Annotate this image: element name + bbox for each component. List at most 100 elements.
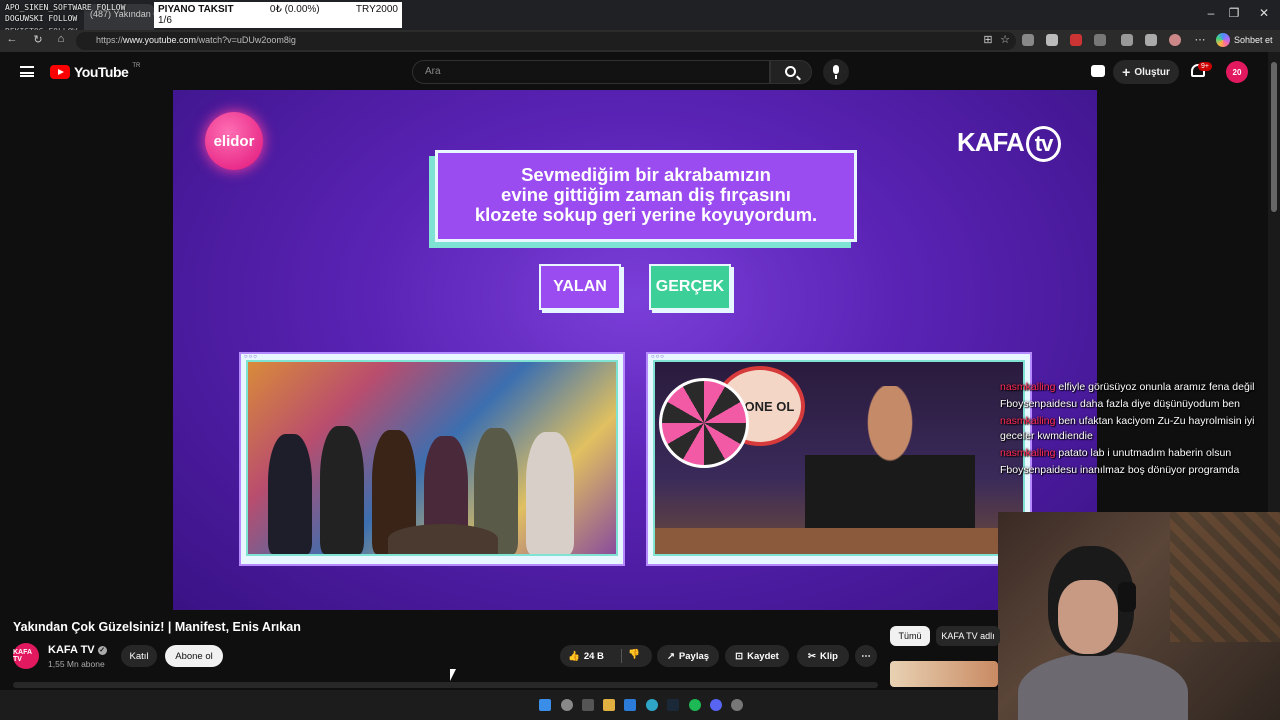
- thumbs-up-icon: 👍: [568, 650, 580, 662]
- search-button[interactable]: [770, 60, 812, 84]
- copilot-chat-label: Sohbet et: [1234, 35, 1273, 45]
- coffee-table: [388, 524, 498, 554]
- more-menu-icon[interactable]: ⋯: [1192, 33, 1208, 46]
- favorites-icon[interactable]: [1145, 34, 1157, 46]
- guest-panel: ○○○: [239, 352, 625, 566]
- mouse-cursor: [450, 669, 456, 681]
- youtube-logo[interactable]: YouTube TR: [50, 63, 141, 80]
- clip-button[interactable]: ✂ Klip: [797, 645, 849, 667]
- bookmark-icon: ⊡: [735, 650, 744, 662]
- edge-icon[interactable]: [646, 699, 658, 711]
- save-button[interactable]: ⊡ Kaydet: [725, 645, 789, 667]
- voice-search-button[interactable]: [823, 59, 849, 85]
- extension-icon[interactable]: [1121, 34, 1133, 46]
- steam-icon[interactable]: [667, 699, 679, 711]
- sponsor-logo: elidor: [205, 112, 263, 170]
- create-button[interactable]: + Oluştur: [1113, 60, 1179, 84]
- youtube-wordmark: YouTube: [74, 64, 129, 80]
- guests-scene: [246, 360, 618, 556]
- streamer-body: [1018, 652, 1188, 720]
- video-player[interactable]: elidor KAFA tv Sevmediğim bir akrabamızın…: [173, 90, 1097, 610]
- answer-true-card: GERÇEK: [649, 264, 731, 310]
- scrollbar-thumb[interactable]: [1271, 62, 1277, 212]
- back-icon[interactable]: ←: [4, 33, 20, 45]
- stream-chat: nasmkalling elfiyle görüsüyoz onunla ara…: [1000, 380, 1275, 480]
- subscribe-button[interactable]: Abone ol: [165, 645, 223, 667]
- maximize-icon[interactable]: ❐: [1219, 6, 1249, 20]
- reload-icon[interactable]: ↻: [30, 33, 46, 46]
- country-code: TR: [132, 63, 141, 69]
- url-field[interactable]: https://www.youtube.com/watch?v=uDUw2oom…: [76, 32, 1016, 50]
- question-line: Sevmediğim bir akrabamızın: [521, 164, 771, 185]
- chat-message: nasmkalling ben ufaktan kaciyom Zu-Zu ha…: [1000, 415, 1255, 442]
- profile-icon[interactable]: [1169, 34, 1181, 46]
- subscriber-count: 1,55 Mn abone: [48, 659, 105, 669]
- avatar[interactable]: 20: [1226, 61, 1248, 83]
- file-explorer-icon[interactable]: [603, 699, 615, 711]
- ticker-symbol: PIYANO TAKSIT: [158, 4, 234, 15]
- kafatv-logo: KAFA tv: [957, 126, 1062, 162]
- share-icon: ↗: [666, 650, 675, 662]
- guest-figure: [320, 426, 364, 554]
- favorite-star-icon[interactable]: ☆: [997, 33, 1013, 46]
- extension-icon[interactable]: [1070, 34, 1082, 46]
- search-icon[interactable]: [561, 699, 573, 711]
- streamer-webcam: [998, 512, 1280, 720]
- task-view-icon[interactable]: [582, 699, 594, 711]
- description-box[interactable]: [13, 682, 878, 688]
- chat-message: nasmkalling elfiyle görüsüyoz onunla ara…: [1000, 381, 1255, 393]
- clip-label: Klip: [820, 650, 838, 662]
- overlay-follow-line-2: DOGUWSKI FOLLOW: [5, 14, 78, 23]
- extension-icon[interactable]: [1046, 34, 1058, 46]
- overlay-follow-line-1: APO_SIKEN_SOFTWARE FOLLOW: [5, 3, 126, 12]
- chip-all[interactable]: Tümü: [890, 626, 930, 646]
- scissors-icon: ✂: [808, 650, 816, 662]
- headset: [1118, 582, 1136, 612]
- spotify-icon[interactable]: [689, 699, 701, 711]
- recommended-thumbnail[interactable]: [890, 661, 998, 687]
- prize-wheel: [659, 378, 749, 468]
- question-line: evine gittiğim zaman diş fırçasını: [501, 184, 791, 205]
- question-line: klozete sokup geri yerine koyuyordum.: [474, 204, 818, 225]
- channel-avatar[interactable]: KAFA TV: [13, 643, 39, 669]
- join-button[interactable]: Katıl: [121, 645, 157, 667]
- extension-icon[interactable]: [1022, 34, 1034, 46]
- more-actions-button[interactable]: ⋯: [855, 645, 877, 667]
- home-icon[interactable]: ⌂: [53, 33, 69, 45]
- thumbs-down-icon[interactable]: 👎: [628, 649, 640, 660]
- video-title: Yakından Çok Güzelsiniz! | Manifest, Eni…: [13, 620, 301, 634]
- like-count: 24 B: [583, 650, 604, 662]
- notification-badge: 9+: [1198, 62, 1212, 71]
- discord-icon[interactable]: [710, 699, 722, 711]
- menu-icon[interactable]: [20, 66, 34, 77]
- extension-icon[interactable]: [1094, 34, 1106, 46]
- split-screen-icon[interactable]: ⊞: [980, 33, 996, 46]
- ticker-page: 1/6: [158, 15, 172, 26]
- search-icon: [785, 66, 796, 77]
- youtube-play-icon: [50, 65, 70, 79]
- search-input[interactable]: Ara: [412, 60, 770, 84]
- stock-ticker: PIYANO TAKSIT 0₺ (0.00%) TRY2000 1/6: [154, 2, 402, 28]
- store-icon[interactable]: [624, 699, 636, 711]
- streamer-face: [1058, 580, 1118, 654]
- obs-icon[interactable]: [731, 699, 743, 711]
- chip-channel[interactable]: KAFA TV adlı: [936, 626, 1000, 646]
- cast-icon[interactable]: [1091, 65, 1105, 77]
- like-button[interactable]: 👍 24 B 👎: [560, 645, 652, 667]
- copilot-chat-button[interactable]: Sohbet et: [1216, 33, 1273, 47]
- guest-figure: [526, 432, 574, 554]
- guest-figure: [268, 434, 312, 554]
- chat-message: Fboysenpaidesu daha fazla diye düşünüyod…: [1000, 398, 1240, 410]
- channel-name[interactable]: KAFA TV ✓: [48, 644, 107, 656]
- chat-message: nasmkalling patato lab i unutmadım haber…: [1000, 447, 1232, 459]
- ticker-change: 0₺ (0.00%): [269, 4, 320, 15]
- start-icon[interactable]: [539, 699, 551, 711]
- share-label: Paylaş: [678, 650, 710, 662]
- chat-message: Fboysenpaidesu inanılmaz boş dönüyor pro…: [1000, 464, 1240, 476]
- close-icon[interactable]: ✕: [1249, 6, 1279, 20]
- copilot-icon: [1216, 33, 1230, 47]
- address-bar-row: ← ↻ ⌂ https://www.youtube.com/watch?v=uD…: [0, 30, 1280, 52]
- ticker-pair: TRY2000: [355, 4, 398, 15]
- share-button[interactable]: ↗ Paylaş: [657, 645, 719, 667]
- question-card: Sevmediğim bir akrabamızın evine gittiği…: [435, 150, 857, 242]
